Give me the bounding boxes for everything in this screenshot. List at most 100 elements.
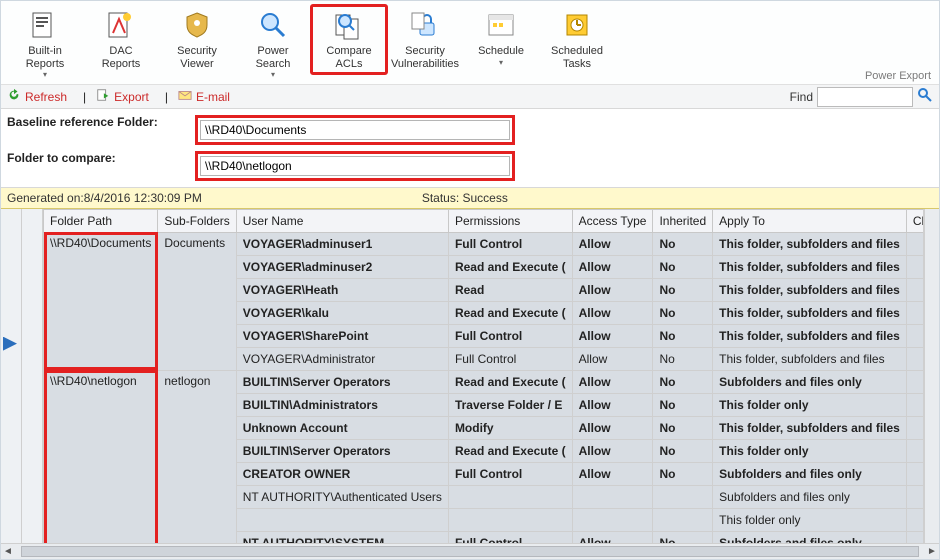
apply-to-cell: Subfolders and files only bbox=[713, 531, 907, 542]
inherited-cell: No bbox=[653, 462, 713, 485]
security-viewer-icon bbox=[181, 9, 213, 41]
separator: | bbox=[165, 90, 168, 104]
table-row[interactable]: \\RD40\netlogonnetlogonBUILTIN\Server Op… bbox=[44, 370, 925, 393]
built-in-reports-icon bbox=[29, 9, 61, 41]
compare-folder-input[interactable] bbox=[200, 156, 510, 176]
column-header-inherited[interactable]: Inherited bbox=[653, 209, 713, 232]
user-name-cell: Unknown Account bbox=[236, 416, 448, 439]
results-grid[interactable]: Folder PathSub-FoldersUser NamePermissio… bbox=[43, 209, 924, 543]
apply-to-cell: Subfolders and files only bbox=[713, 485, 907, 508]
find-zone: Find bbox=[790, 87, 933, 107]
access-type-cell: Allow bbox=[572, 370, 653, 393]
ribbon-item-label: DAC Reports bbox=[102, 45, 141, 70]
change-type-cell bbox=[906, 301, 924, 324]
power-search-icon bbox=[257, 9, 289, 41]
baseline-folder-input[interactable] bbox=[200, 120, 510, 140]
column-header-permissions[interactable]: Permissions bbox=[448, 209, 572, 232]
user-name-cell: VOYAGER\adminuser2 bbox=[236, 255, 448, 278]
ribbon-dac-reports-button[interactable]: DAC Reports bbox=[83, 5, 159, 74]
generated-on: Generated on:8/4/2016 12:30:09 PM bbox=[7, 191, 202, 205]
inherited-cell: No bbox=[653, 347, 713, 370]
access-type-cell: Allow bbox=[572, 232, 653, 255]
column-header-folder-path[interactable]: Folder Path bbox=[44, 209, 158, 232]
criteria-panel: Baseline reference Folder: Folder to com… bbox=[1, 109, 939, 188]
ribbon-security-viewer-button[interactable]: Security Viewer bbox=[159, 5, 235, 74]
change-type-cell bbox=[906, 393, 924, 416]
horizontal-scrollbar[interactable]: ◄ ► bbox=[1, 543, 939, 559]
access-type-cell: Allow bbox=[572, 531, 653, 542]
scroll-thumb[interactable] bbox=[21, 546, 919, 557]
change-type-cell bbox=[906, 416, 924, 439]
apply-to-cell: This folder, subfolders and files bbox=[713, 255, 907, 278]
access-type-cell: Allow bbox=[572, 393, 653, 416]
export-icon bbox=[96, 88, 110, 105]
vertical-scrollbar[interactable] bbox=[924, 209, 939, 543]
permissions-cell bbox=[448, 508, 572, 531]
change-type-cell bbox=[906, 531, 924, 542]
inherited-cell: No bbox=[653, 232, 713, 255]
ribbon-power-search-button[interactable]: Power Search▾ bbox=[235, 5, 311, 83]
ribbon-group-label: Power Export bbox=[865, 70, 931, 82]
column-header-access-type[interactable]: Access Type bbox=[572, 209, 653, 232]
user-name-cell: NT AUTHORITY\SYSTEM bbox=[236, 531, 448, 542]
permissions-cell: Full Control bbox=[448, 531, 572, 542]
inherited-cell bbox=[653, 508, 713, 531]
change-type-cell bbox=[906, 255, 924, 278]
inherited-cell: No bbox=[653, 370, 713, 393]
change-type-cell bbox=[906, 370, 924, 393]
ribbon-toolbar: Built-in Reports▾ DAC Reports Security Vie… bbox=[1, 1, 939, 85]
ribbon-item-label: Scheduled Tasks bbox=[551, 45, 603, 70]
change-type-cell bbox=[906, 232, 924, 255]
table-row[interactable]: \\RD40\DocumentsDocumentsVOYAGER\adminus… bbox=[44, 232, 925, 255]
search-icon[interactable] bbox=[917, 87, 933, 106]
scheduled-tasks-icon bbox=[561, 9, 593, 41]
access-type-cell: Allow bbox=[572, 416, 653, 439]
apply-to-cell: This folder only bbox=[713, 393, 907, 416]
column-header-sub-folders[interactable]: Sub-Folders bbox=[158, 209, 236, 232]
user-name-cell: VOYAGER\kalu bbox=[236, 301, 448, 324]
permissions-cell: Full Control bbox=[448, 324, 572, 347]
find-input[interactable] bbox=[817, 87, 913, 107]
permissions-cell: Full Control bbox=[448, 232, 572, 255]
scroll-right-icon[interactable]: ► bbox=[925, 544, 939, 558]
sub-folder-cell: Documents bbox=[158, 232, 236, 370]
export-button[interactable]: Export bbox=[96, 88, 149, 105]
grid-area: Folder PathSub-FoldersUser NamePermissio… bbox=[1, 209, 939, 543]
app-window: Built-in Reports▾ DAC Reports Security Vie… bbox=[0, 0, 940, 560]
ribbon-item-label: Power Search bbox=[256, 45, 291, 70]
column-header-change-type[interactable]: Change Type bbox=[906, 209, 924, 232]
ribbon-security-vulnerabilities-button[interactable]: Security Vulnerabilities bbox=[387, 5, 463, 74]
column-header-apply-to[interactable]: Apply To bbox=[713, 209, 907, 232]
change-type-cell bbox=[906, 485, 924, 508]
access-type-cell: Allow bbox=[572, 301, 653, 324]
apply-to-cell: This folder, subfolders and files bbox=[713, 278, 907, 301]
apply-to-cell: This folder, subfolders and files bbox=[713, 416, 907, 439]
dropdown-indicator-icon: ▾ bbox=[499, 58, 503, 67]
access-type-cell: Allow bbox=[572, 255, 653, 278]
change-type-cell bbox=[906, 278, 924, 301]
action-bar: Refresh | Export | E-mail Find bbox=[1, 85, 939, 109]
user-name-cell: NT AUTHORITY\Authenticated Users bbox=[236, 485, 448, 508]
user-name-cell: VOYAGER\SharePoint bbox=[236, 324, 448, 347]
apply-to-cell: This folder, subfolders and files bbox=[713, 232, 907, 255]
change-type-cell bbox=[906, 347, 924, 370]
inherited-cell: No bbox=[653, 324, 713, 347]
ribbon-built-in-reports-button[interactable]: Built-in Reports▾ bbox=[7, 5, 83, 83]
ribbon-schedule-button[interactable]: Schedule▾ bbox=[463, 5, 539, 71]
user-name-cell: BUILTIN\Server Operators bbox=[236, 370, 448, 393]
user-name-cell: VOYAGER\Heath bbox=[236, 278, 448, 301]
user-name-cell: BUILTIN\Server Operators bbox=[236, 439, 448, 462]
refresh-button[interactable]: Refresh bbox=[7, 88, 67, 105]
ribbon-compare-acls-button[interactable]: Compare ACLs bbox=[311, 5, 387, 74]
ribbon-item-label: Schedule bbox=[478, 45, 524, 58]
ribbon-item-label: Compare ACLs bbox=[326, 45, 371, 70]
email-button[interactable]: E-mail bbox=[178, 88, 230, 105]
apply-to-cell: This folder, subfolders and files bbox=[713, 347, 907, 370]
permissions-cell: Read and Execute ( bbox=[448, 255, 572, 278]
access-type-cell: Allow bbox=[572, 462, 653, 485]
scroll-left-icon[interactable]: ◄ bbox=[1, 544, 15, 558]
ribbon-item-label: Security Viewer bbox=[177, 45, 217, 70]
access-type-cell: Allow bbox=[572, 439, 653, 462]
ribbon-scheduled-tasks-button[interactable]: Scheduled Tasks bbox=[539, 5, 615, 74]
column-header-user-name[interactable]: User Name bbox=[236, 209, 448, 232]
